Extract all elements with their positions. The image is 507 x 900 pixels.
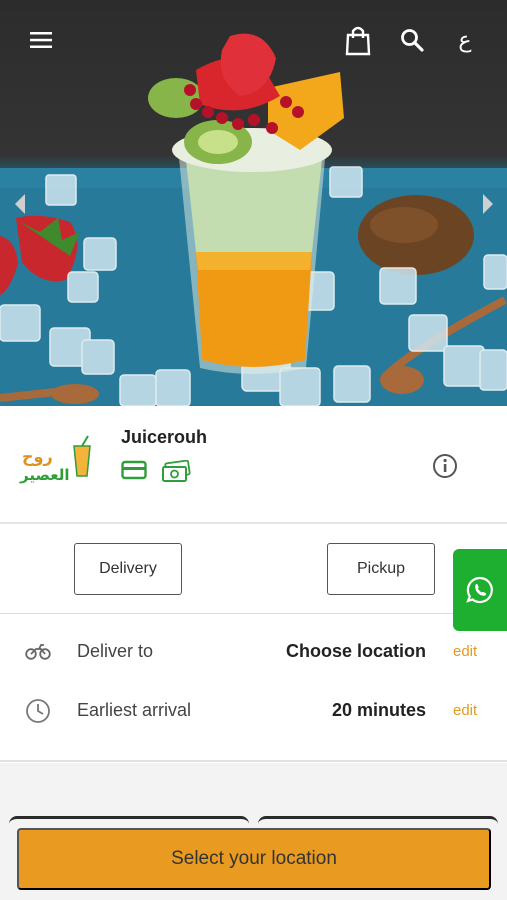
menu-icon[interactable] bbox=[23, 22, 59, 58]
order-type-section: Delivery Pickup bbox=[0, 526, 507, 614]
info-icon[interactable] bbox=[430, 451, 460, 481]
menu-card-edge bbox=[258, 816, 498, 824]
earliest-arrival-value[interactable]: 20 minutes bbox=[332, 700, 426, 721]
store-logo-image: روح العصير bbox=[19, 435, 91, 484]
edit-location-link[interactable]: edit bbox=[453, 643, 477, 660]
chevron-right-icon[interactable] bbox=[478, 190, 498, 218]
language-toggle[interactable]: ع bbox=[447, 22, 483, 58]
deliver-to-value[interactable]: Choose location bbox=[286, 641, 426, 662]
motorbike-icon bbox=[24, 638, 52, 666]
delivery-details: Deliver to Choose location edit Earliest… bbox=[0, 615, 507, 762]
app-screen: ع روح العصير Juicerouh Delivery Pickup D… bbox=[0, 0, 507, 900]
logo-text-line1: روح bbox=[22, 447, 53, 466]
store-logo: روح العصير bbox=[18, 434, 96, 494]
select-location-button[interactable]: Select your location bbox=[17, 828, 491, 890]
earliest-arrival-label: Earliest arrival bbox=[77, 700, 192, 720]
search-icon[interactable] bbox=[394, 22, 430, 58]
juice-product-image bbox=[0, 33, 507, 406]
chevron-left-icon[interactable] bbox=[10, 190, 30, 218]
clock-icon bbox=[24, 697, 52, 725]
credit-card-icon bbox=[121, 460, 147, 489]
whatsapp-icon bbox=[466, 576, 493, 604]
pickup-button[interactable]: Pickup bbox=[327, 543, 435, 595]
delivery-button[interactable]: Delivery bbox=[74, 543, 182, 595]
cash-icon bbox=[161, 459, 191, 489]
logo-text-line2: العصير bbox=[19, 466, 69, 484]
store-name: Juicerouh bbox=[121, 427, 208, 447]
store-info-section: روح العصير Juicerouh bbox=[0, 406, 507, 524]
deliver-to-row[interactable]: Deliver to Choose location edit bbox=[0, 632, 507, 672]
deliver-to-label: Deliver to bbox=[77, 641, 154, 661]
payment-methods bbox=[121, 459, 191, 489]
hero-banner[interactable]: ع bbox=[0, 0, 507, 406]
earliest-arrival-row[interactable]: Earliest arrival 20 minutes edit bbox=[0, 691, 507, 731]
menu-card-edge bbox=[9, 816, 249, 824]
shopping-bag-icon[interactable] bbox=[340, 22, 376, 58]
edit-arrival-link[interactable]: edit bbox=[453, 702, 477, 719]
